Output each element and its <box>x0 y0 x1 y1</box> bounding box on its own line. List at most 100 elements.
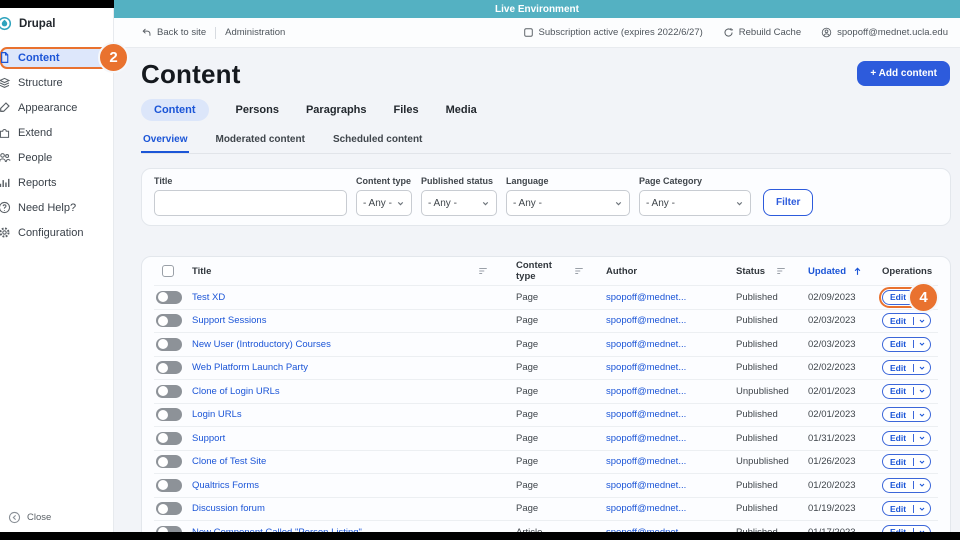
row-toggle[interactable] <box>156 502 182 516</box>
row-status: Unpublished <box>736 385 789 397</box>
row-edit-button[interactable]: Edit <box>882 360 932 376</box>
sidebar-item-need-help[interactable]: Need Help? <box>0 197 111 219</box>
sidebar-item-extend[interactable]: Extend <box>0 122 111 144</box>
sidebar-item-reports[interactable]: Reports <box>0 172 111 194</box>
sidebar-item-appearance[interactable]: Appearance <box>0 97 111 119</box>
add-content-button[interactable]: + Add content <box>857 61 950 86</box>
edit-dropdown-toggle[interactable] <box>913 387 930 396</box>
subtab-moderated-content[interactable]: Moderated content <box>213 130 306 153</box>
edit-dropdown-toggle[interactable] <box>913 481 930 490</box>
language-filter-label: Language <box>506 176 549 186</box>
header-updated[interactable]: Updated <box>800 266 874 277</box>
row-edit-button[interactable]: Edit <box>882 407 932 423</box>
row-author-link[interactable]: spopoff@mednet... <box>598 409 728 420</box>
sidebar-item-structure[interactable]: Structure <box>0 72 111 94</box>
row-title-link[interactable]: Qualtrics Forms <box>192 480 502 491</box>
row-author-link[interactable]: spopoff@mednet... <box>598 456 728 467</box>
annotation-step-badge: 4 <box>908 282 939 313</box>
row-edit-button[interactable]: Edit <box>882 454 932 470</box>
row-author-link[interactable]: spopoff@mednet... <box>598 386 728 397</box>
row-toggle[interactable] <box>156 290 182 304</box>
row-title-link[interactable]: Support Sessions <box>192 315 502 326</box>
row-edit-button[interactable]: Edit <box>882 477 932 493</box>
edit-dropdown-toggle[interactable] <box>913 340 930 349</box>
tab-paragraphs[interactable]: Paragraphs <box>306 99 367 121</box>
row-edit-button[interactable]: Edit <box>882 524 932 532</box>
edit-dropdown-toggle[interactable] <box>913 410 930 419</box>
tab-content[interactable]: Content <box>141 99 209 121</box>
edit-dropdown-toggle[interactable] <box>913 457 930 466</box>
tab-media[interactable]: Media <box>446 99 477 121</box>
row-author-link[interactable]: spopoff@mednet... <box>598 480 728 491</box>
row-title-link[interactable]: New User (Introductory) Courses <box>192 339 502 350</box>
row-edit-button[interactable]: Edit <box>882 383 932 399</box>
sidebar-item-configuration[interactable]: Configuration <box>0 222 111 244</box>
row-title-link[interactable]: Web Platform Launch Party <box>192 362 502 373</box>
title-filter-input[interactable] <box>154 190 347 216</box>
row-edit-button[interactable]: Edit <box>882 313 932 329</box>
row-toggle[interactable] <box>156 337 182 351</box>
edit-dropdown-toggle[interactable] <box>913 434 930 443</box>
sidebar-item-people[interactable]: People <box>0 147 111 169</box>
rebuild-cache-label: Rebuild Cache <box>738 27 802 38</box>
header-title[interactable]: Title <box>192 266 502 277</box>
administration-link[interactable]: Administration <box>225 27 285 38</box>
row-author-link[interactable]: spopoff@mednet... <box>598 503 728 514</box>
header-content-type[interactable]: Content type <box>502 260 598 282</box>
table-row: Clone of Login URLs Page spopoff@mednet.… <box>154 379 938 403</box>
edit-dropdown-toggle[interactable] <box>913 504 930 513</box>
row-title-link[interactable]: Clone of Login URLs <box>192 386 502 397</box>
page-category-filter-select[interactable]: - Any - <box>639 190 751 216</box>
row-toggle[interactable] <box>156 478 182 492</box>
row-author-link[interactable]: spopoff@mednet... <box>598 292 728 303</box>
row-title-link[interactable]: Test XD <box>192 292 502 303</box>
row-toggle[interactable] <box>156 408 182 422</box>
sidebar-item-content[interactable]: Content 2 <box>0 41 129 73</box>
row-toggle[interactable] <box>156 431 182 445</box>
row-toggle[interactable] <box>156 455 182 469</box>
row-edit-button[interactable]: Edit <box>882 501 932 517</box>
row-title-link[interactable]: Login URLs <box>192 409 502 420</box>
sort-icon[interactable] <box>776 266 786 276</box>
row-author-link[interactable]: spopoff@mednet... <box>598 433 728 444</box>
subtab-scheduled-content[interactable]: Scheduled content <box>331 130 424 153</box>
language-filter-select[interactable]: - Any - <box>506 190 630 216</box>
user-account-menu[interactable]: spopoff@mednet.ucla.edu <box>821 27 948 38</box>
edit-dropdown-toggle[interactable] <box>913 363 930 372</box>
row-edit-button[interactable]: Edit <box>882 430 932 446</box>
published-status-filter-select[interactable]: - Any - <box>421 190 497 216</box>
row-title-link[interactable]: Discussion forum <box>192 503 502 514</box>
back-to-site-link[interactable]: Back to site <box>141 27 206 38</box>
rebuild-cache-button[interactable]: Rebuild Cache <box>723 27 801 38</box>
drupal-logo[interactable]: Drupal <box>0 8 113 37</box>
row-status: Published <box>736 362 778 374</box>
sort-icon[interactable] <box>574 266 584 276</box>
header-status[interactable]: Status <box>728 266 800 277</box>
admin-toolbar: Back to site Administration Subscription… <box>114 18 960 48</box>
row-author-link[interactable]: spopoff@mednet... <box>598 339 728 350</box>
tab-persons[interactable]: Persons <box>236 99 279 121</box>
subtab-overview[interactable]: Overview <box>141 130 190 153</box>
row-author-link[interactable]: spopoff@mednet... <box>598 362 728 373</box>
sort-icon[interactable] <box>478 266 488 276</box>
row-edit-button[interactable]: Edit <box>882 336 932 352</box>
row-title-link[interactable]: Clone of Test Site <box>192 456 502 467</box>
filter-button[interactable]: Filter <box>763 189 814 216</box>
edit-dropdown-toggle[interactable] <box>913 316 930 325</box>
content-type-filter-select[interactable]: - Any - <box>356 190 412 216</box>
content-type-tabs: Content Persons Paragraphs Files Media <box>141 99 950 121</box>
select-all-checkbox[interactable] <box>162 265 174 277</box>
row-toggle[interactable] <box>156 361 182 375</box>
tab-files[interactable]: Files <box>394 99 419 121</box>
sidebar-close-button[interactable]: Close <box>8 511 51 524</box>
table-row: Qualtrics Forms Page spopoff@mednet... P… <box>154 473 938 497</box>
row-content-type: Page <box>516 432 539 444</box>
back-arrow-icon <box>141 27 152 38</box>
row-author-link[interactable]: spopoff@mednet... <box>598 315 728 326</box>
row-title-link[interactable]: Support <box>192 433 502 444</box>
table-row: Test XD Page spopoff@mednet... Published… <box>154 282 939 313</box>
header-author[interactable]: Author <box>598 266 728 277</box>
row-toggle[interactable] <box>156 384 182 398</box>
filter-panel: Title Content type - Any - Published sta… <box>141 168 951 226</box>
row-toggle[interactable] <box>156 314 182 328</box>
